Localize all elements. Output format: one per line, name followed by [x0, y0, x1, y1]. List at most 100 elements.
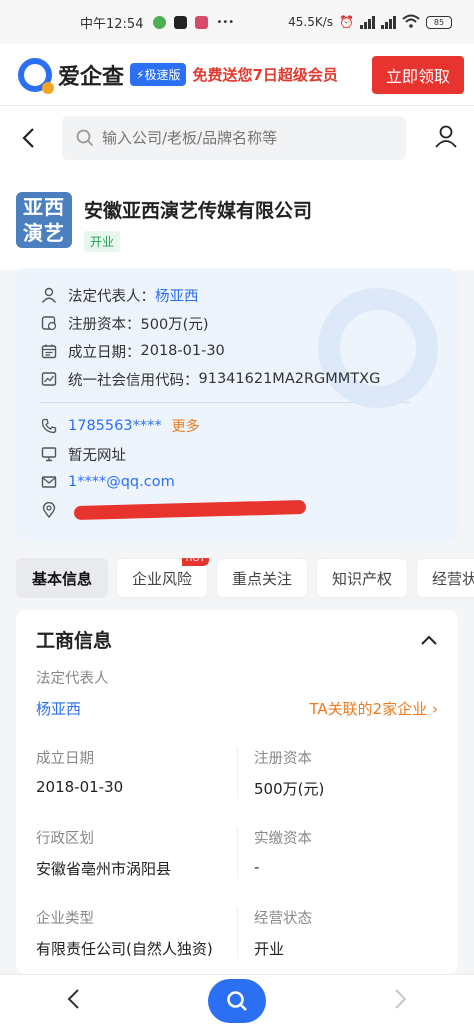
- tab-ip[interactable]: 知识产权: [316, 558, 408, 598]
- company-logo-line1: 亚西: [23, 195, 65, 219]
- related-companies-label: TA关联的2家企业: [309, 700, 428, 718]
- status-bar: 中午12:54 ••• 45.5K/s ⏰ 85: [0, 0, 474, 44]
- status-right: 45.5K/s ⏰ 85: [288, 14, 452, 31]
- capital-row: 注册资本： 500万(元): [40, 310, 434, 336]
- person-icon: [40, 286, 58, 304]
- capital-label: 注册资本：: [68, 316, 141, 333]
- signal-icon-2: [381, 15, 396, 29]
- money-icon: [40, 314, 58, 332]
- wifi-icon: [402, 14, 420, 31]
- location-pin-icon: [40, 501, 58, 519]
- region-value: 安徽省亳州市涡阳县: [36, 860, 172, 878]
- status-badge: 开业: [84, 231, 121, 252]
- brand-logo-icon: [18, 57, 54, 94]
- brand-name: 爱企查: [58, 64, 125, 90]
- founded-label-2: 成立日期: [36, 751, 94, 767]
- search-icon: [227, 990, 247, 1011]
- chevron-left-icon: [22, 128, 34, 148]
- app-icon-green: [153, 15, 167, 29]
- promo-banner[interactable]: 爱企查 ⚡极速版 免费送您7日超级会员 立即领取: [0, 44, 474, 106]
- company-info-card: 法定代表人： 杨亚西 注册资本： 500万(元) 成立日期： 2018-01-3…: [16, 268, 458, 542]
- related-companies-link[interactable]: TA关联的2家企业 ›: [309, 698, 438, 719]
- tab-basic-info[interactable]: 基本信息: [16, 558, 108, 598]
- user-icon: [435, 125, 457, 148]
- net-speed: 45.5K/s: [288, 15, 334, 29]
- search-box[interactable]: [62, 116, 406, 160]
- credit-code-label: 统一社会信用代码：: [68, 372, 199, 389]
- chevron-right-icon: [395, 988, 407, 1009]
- legal-rep-label: 法定代表人：: [68, 288, 155, 305]
- website-value: 暂无网址: [68, 447, 126, 464]
- alarm-icon: ⏰: [339, 15, 354, 29]
- search-icon: [76, 129, 94, 147]
- founded-value-2: 2018-01-30: [36, 778, 124, 796]
- forward-nav-button[interactable]: [394, 988, 408, 1014]
- company-logo-line2: 演艺: [23, 221, 65, 245]
- notification-icons: •••: [153, 15, 235, 29]
- monitor-icon: [40, 445, 58, 463]
- more-dots-icon: •••: [216, 16, 235, 28]
- user-profile-button[interactable]: [434, 124, 458, 152]
- hot-badge: HOT: [181, 558, 209, 566]
- op-status-label: 经营状态: [254, 911, 312, 927]
- address-row: [40, 497, 434, 523]
- email-row: 1****@qq.com: [40, 469, 434, 495]
- op-status-value: 开业: [254, 940, 285, 958]
- paidin-value: -: [254, 858, 260, 876]
- founded-row: 成立日期： 2018-01-30: [40, 338, 434, 364]
- status-time: 中午12:54: [80, 16, 144, 32]
- chevron-up-icon[interactable]: [420, 629, 438, 651]
- speed-badge-label: 极速版: [144, 68, 181, 82]
- promo-text: 免费送您7日超级会员: [192, 66, 338, 84]
- redacted-address-mark: [73, 499, 307, 521]
- tiktok-icon: [174, 15, 188, 29]
- battery-icon: 85: [426, 15, 452, 29]
- company-type-value: 有限责任公司(自然人独资): [36, 940, 213, 958]
- company-header: 亚西 演艺 安徽亚西演艺传媒有限公司 开业: [0, 170, 474, 270]
- phone-link[interactable]: 1785563****: [68, 418, 162, 434]
- back-button[interactable]: [16, 126, 40, 150]
- phone-row: 1785563**** 更多: [40, 413, 434, 439]
- chevron-left-icon: [67, 988, 79, 1009]
- chevron-right-icon: ›: [432, 700, 438, 718]
- tab-risk[interactable]: 企业风险 HOT: [116, 558, 209, 598]
- back-nav-button[interactable]: [66, 988, 80, 1014]
- company-name: 安徽亚西演艺传媒有限公司: [84, 200, 313, 222]
- paidin-label: 实缴资本: [254, 831, 312, 847]
- bottom-nav: [0, 974, 474, 1026]
- capital-value: 500万(元): [140, 316, 209, 333]
- phone-icon: [40, 417, 58, 435]
- legal-rep-label-2: 法定代表人: [36, 671, 109, 687]
- founded-value: 2018-01-30: [140, 343, 225, 359]
- company-logo: 亚西 演艺: [16, 192, 72, 248]
- claim-button[interactable]: 立即领取: [372, 55, 464, 94]
- mail-icon: [40, 473, 58, 491]
- search-header: [0, 106, 474, 170]
- bag-icon: [195, 15, 209, 29]
- search-input[interactable]: [102, 129, 392, 147]
- legal-rep-row: 法定代表人： 杨亚西: [40, 282, 434, 308]
- credit-code-value: 91341621MA2RGMMTXG: [198, 371, 381, 387]
- signal-icon: [360, 15, 375, 29]
- phone-more-link[interactable]: 更多: [172, 416, 200, 436]
- tab-operations[interactable]: 经营状况: [416, 558, 474, 598]
- business-info-header[interactable]: 工商信息: [36, 626, 438, 653]
- credit-code-row: 统一社会信用代码： 91341621MA2RGMMTXG: [40, 366, 434, 392]
- legal-rep-link-2[interactable]: 杨亚西: [36, 698, 81, 719]
- business-info-card: 工商信息 法定代表人 杨亚西 TA关联的2家企业 › 成立日期 2018-01-…: [16, 610, 458, 974]
- tab-risk-label: 企业风险: [131, 569, 192, 588]
- email-link[interactable]: 1****@qq.com: [68, 474, 175, 490]
- section-tabs: 基本信息 企业风险 HOT 重点关注 知识产权 经营状况: [0, 558, 474, 600]
- company-type-label: 企业类型: [36, 911, 94, 927]
- website-row: 暂无网址: [40, 441, 434, 467]
- speed-badge: ⚡极速版: [130, 63, 187, 86]
- capital-value-2: 500万(元): [254, 780, 325, 798]
- capital-label-2: 注册资本: [254, 751, 312, 767]
- legal-rep-link[interactable]: 杨亚西: [155, 285, 199, 306]
- calendar-icon: [40, 342, 58, 360]
- search-fab-button[interactable]: [208, 978, 266, 1023]
- business-info-title: 工商信息: [36, 630, 113, 652]
- chart-icon: [40, 370, 58, 388]
- founded-label: 成立日期：: [68, 344, 141, 361]
- tab-focus[interactable]: 重点关注: [216, 558, 308, 598]
